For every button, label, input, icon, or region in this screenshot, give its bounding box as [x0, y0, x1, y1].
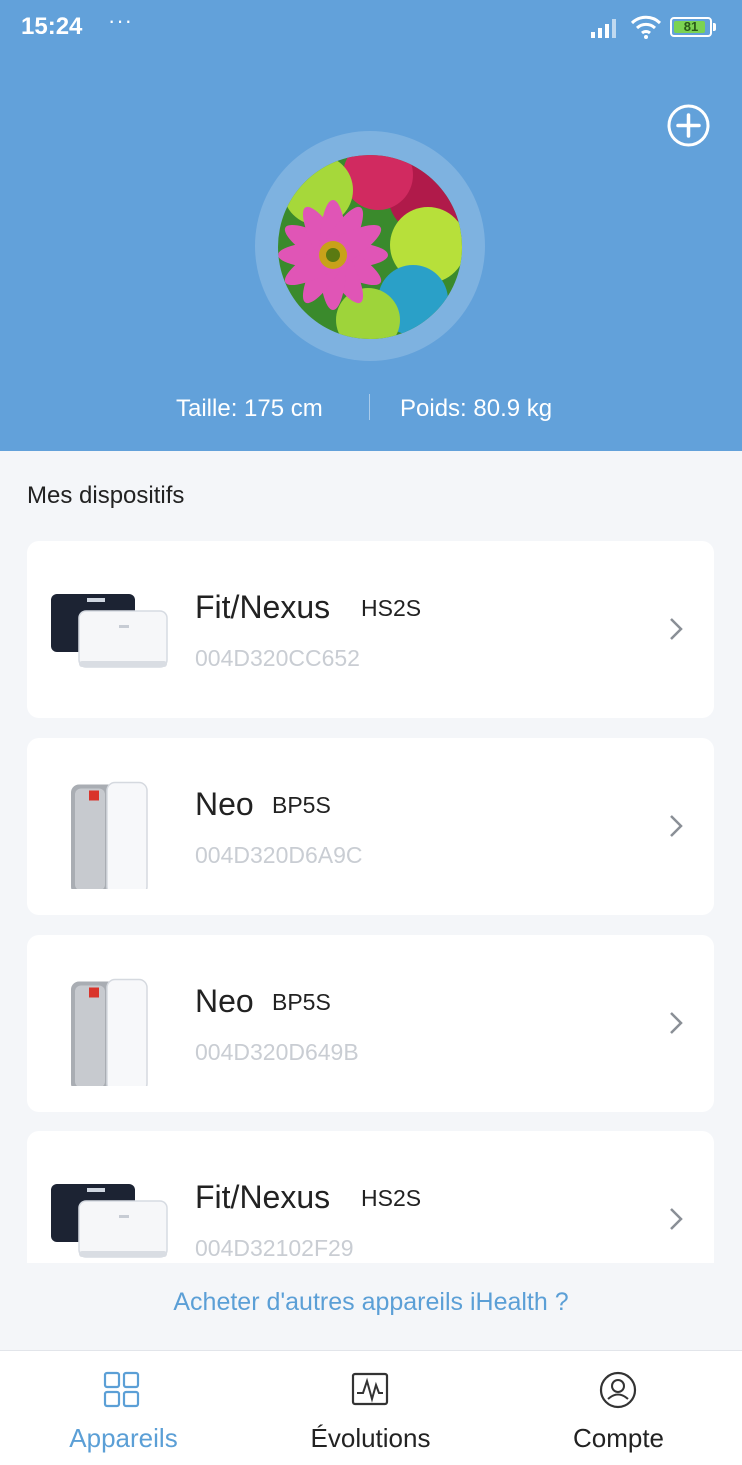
device-serial: 004D320D6A9C — [195, 842, 363, 868]
battery-tip — [713, 23, 716, 31]
chevron-right-icon — [670, 815, 683, 837]
status-bar: 15:24 ··· 81 — [0, 0, 742, 56]
chart-icon — [351, 1372, 389, 1406]
scale-image — [51, 594, 168, 668]
notification-dots: ··· — [108, 8, 133, 33]
tab-evolutions[interactable]: Évolutions — [247, 1351, 494, 1465]
device-name: Neo — [195, 983, 254, 1019]
profile-header: 15:24 ··· 81 Taille: 175 cm Poids: 80.9 … — [0, 0, 742, 451]
buy-more-devices-link[interactable]: Acheter d'autres appareils iHealth ? — [0, 1288, 742, 1317]
device-card[interactable]: Fit/Nexus HS2S 004D32102F29 — [27, 1131, 714, 1263]
height-value: Taille: 175 cm — [176, 395, 323, 422]
weight-value: Poids: 80.9 kg — [400, 395, 553, 422]
chevron-right-icon — [670, 618, 683, 640]
device-card[interactable]: Fit/Nexus HS2S 004D320CC652 — [27, 541, 714, 718]
blood-pressure-cuff-image — [71, 781, 148, 889]
profile-stats: Taille: 175 cm Poids: 80.9 kg — [0, 390, 742, 430]
battery-icon: 81 — [670, 17, 712, 37]
device-list[interactable]: Fit/Nexus HS2S 004D320CC652 Neo BP5S 004… — [0, 541, 742, 1263]
device-serial: 004D320CC652 — [195, 645, 360, 671]
device-card[interactable]: Neo BP5S 004D320D6A9C — [27, 738, 714, 915]
status-time: 15:24 — [21, 13, 83, 40]
device-name: Fit/Nexus — [195, 1179, 331, 1215]
tab-appareils[interactable]: Appareils — [0, 1351, 247, 1465]
device-name: Fit/Nexus — [195, 589, 331, 625]
avatar[interactable] — [278, 155, 462, 339]
add-device-button[interactable] — [666, 103, 711, 148]
wifi-icon — [630, 15, 662, 39]
device-model: BP5S — [272, 792, 331, 818]
tab-compte[interactable]: Compte — [495, 1351, 742, 1465]
signal-icon — [591, 19, 616, 38]
tab-label: Compte — [572, 1423, 665, 1453]
grid-icon — [103, 1371, 140, 1408]
device-model: HS2S — [361, 1185, 422, 1211]
device-name: Neo — [195, 786, 254, 822]
tab-label: Évolutions — [310, 1423, 431, 1453]
section-title: Mes dispositifs — [27, 482, 185, 509]
chevron-right-icon — [670, 1208, 683, 1230]
device-serial: 004D320D649B — [195, 1039, 359, 1065]
scale-image — [51, 1184, 168, 1258]
tab-label: Appareils — [69, 1423, 178, 1453]
device-card[interactable]: Neo BP5S 004D320D649B — [27, 935, 714, 1112]
battery-level-text: 81 — [683, 19, 699, 34]
user-circle-icon — [599, 1371, 637, 1409]
blood-pressure-cuff-image — [71, 978, 148, 1086]
device-serial: 004D32102F29 — [195, 1235, 354, 1261]
bottom-tab-bar: Appareils Évolutions Compte — [0, 1350, 742, 1465]
device-model: HS2S — [361, 595, 422, 621]
stats-divider — [369, 394, 370, 420]
chevron-right-icon — [670, 1012, 683, 1034]
device-model: BP5S — [272, 989, 331, 1015]
